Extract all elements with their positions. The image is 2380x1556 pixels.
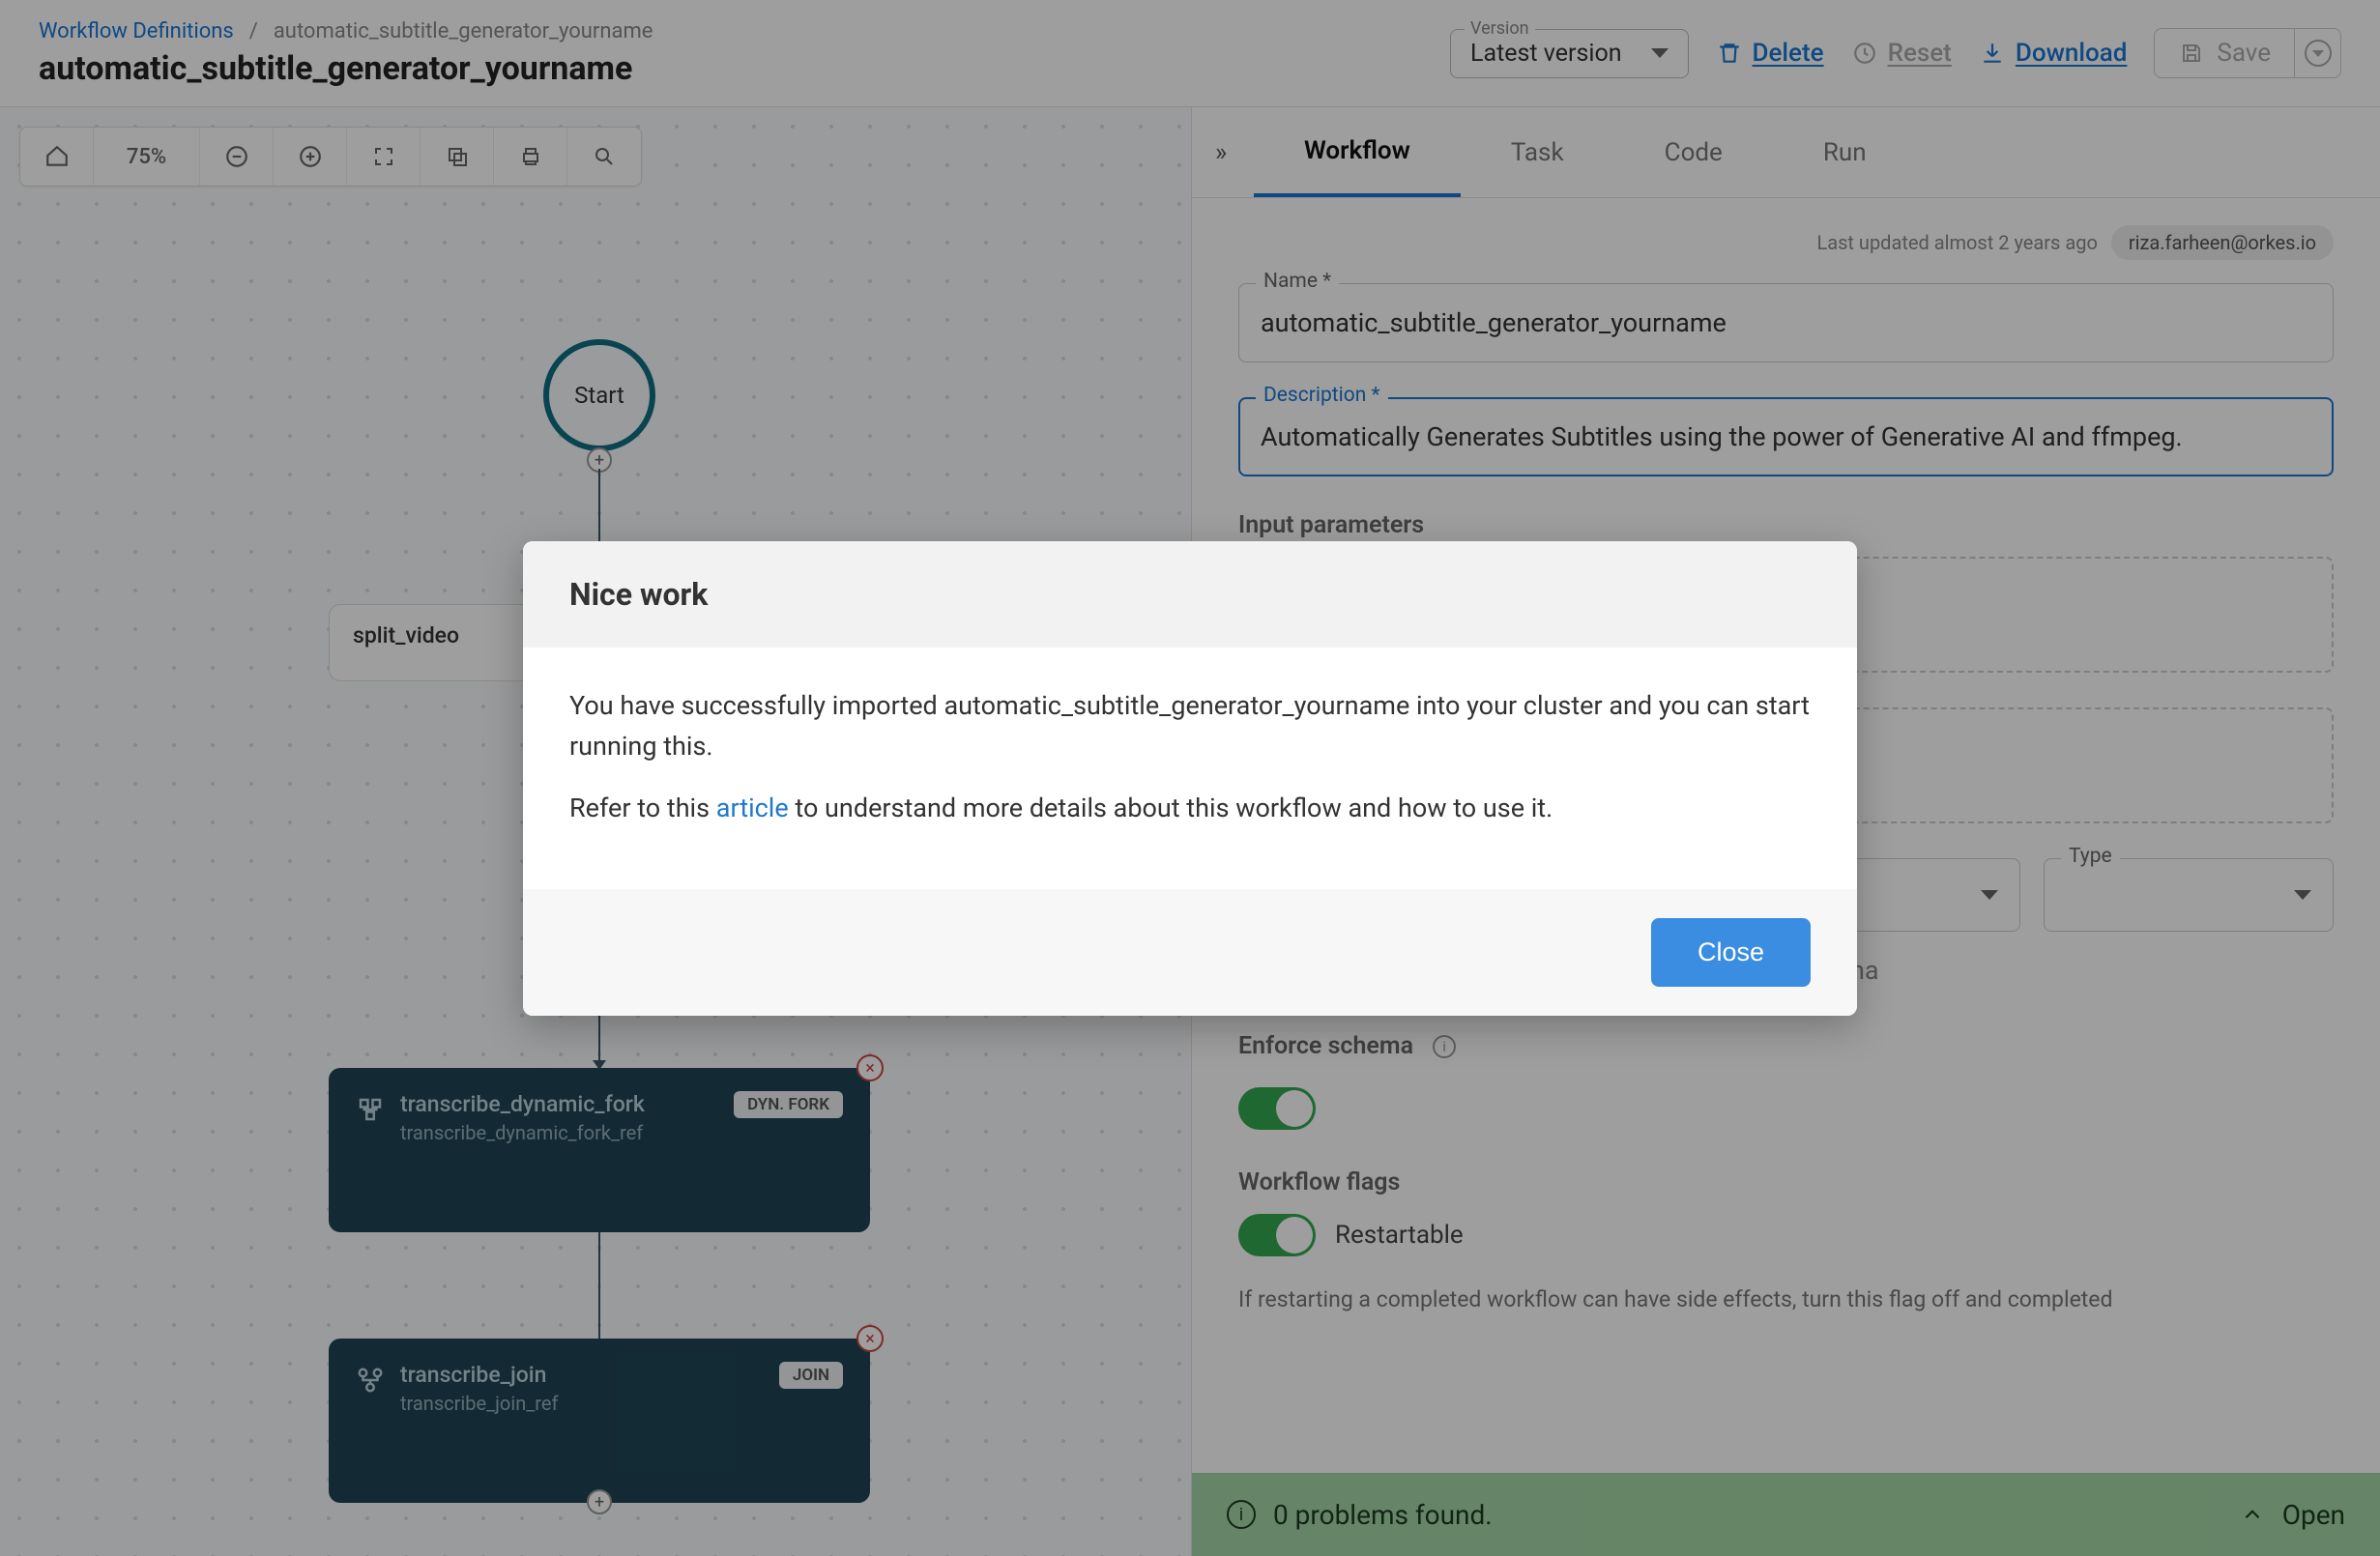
modal-title: Nice work	[523, 541, 1857, 648]
modal-message-2: Refer to this article to understand more…	[569, 789, 1811, 829]
article-link[interactable]: article	[716, 792, 789, 823]
success-modal: Nice work You have successfully imported…	[523, 541, 1857, 1016]
modal-overlay[interactable]: Nice work You have successfully imported…	[0, 0, 2380, 1556]
close-button[interactable]: Close	[1651, 918, 1811, 987]
modal-message-1: You have successfully imported automatic…	[569, 686, 1811, 767]
